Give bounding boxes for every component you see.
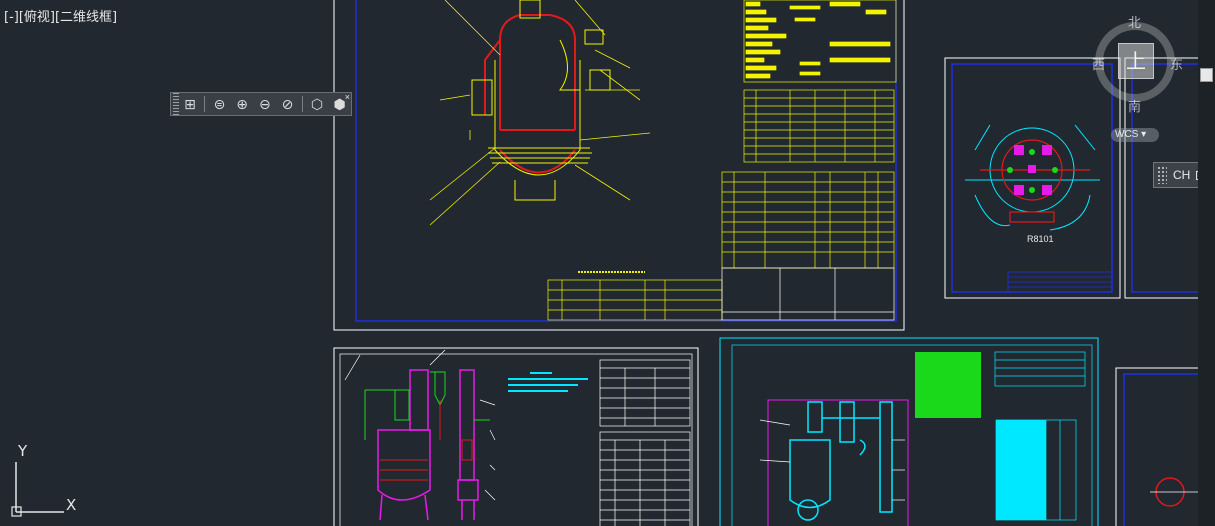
viewcube[interactable]: 北 西 东 南 上 [1090,10,1190,140]
wcs-label: WCS [1115,129,1139,140]
language-bar-grip[interactable] [1157,166,1167,184]
compass-east[interactable]: 东 [1170,54,1183,73]
toolbar-close-icon[interactable]: × [345,92,350,102]
sphere-subtract-icon[interactable]: ⊖ [254,94,275,114]
sheet-vessel-assembly [333,0,905,331]
toolbar-separator [204,96,206,112]
ucs-icon: Y X [11,442,76,517]
sheet-piping-layout [719,337,1099,526]
view-cube-icon[interactable]: ⊞ [180,94,201,114]
leader-lines [429,0,651,226]
scrollbar-thumb[interactable] [1200,68,1213,82]
vertical-scrollbar[interactable] [1198,0,1215,526]
slash-circle-icon[interactable]: ⊘ [277,94,298,114]
box-icon[interactable]: ⬡ [307,94,328,114]
sheet-partial-detail [1115,367,1207,526]
vessel-jacket [471,0,611,201]
parameter-table [743,0,897,83]
title-block [721,267,895,321]
viewcube-top-face[interactable]: 上 [1118,43,1154,79]
view-toolbar[interactable]: ⊞ ⊜ ⊕ ⊖ ⊘ ⬡ ⬢ × [170,92,352,116]
compass-south[interactable]: 南 [1128,96,1141,115]
drawing-canvas[interactable]: R8101 [0,0,1215,526]
sphere-icon[interactable]: ⊜ [209,94,230,114]
toolbar-separator [301,96,303,112]
compass-north[interactable]: 北 [1128,12,1141,31]
sheet-process-equipment [333,347,699,526]
compass-west[interactable]: 西 [1092,54,1105,73]
ucs-y-label: Y [17,442,28,460]
wcs-menu[interactable]: WCS ▾ [1111,128,1159,142]
toolbar-grip[interactable] [173,93,179,115]
plan-geometry [965,124,1100,231]
plan-tag: R8101 [1027,234,1054,244]
nozzle-table [743,89,895,163]
ucs-x-label: X [66,496,76,514]
parts-list [547,171,895,321]
vessel-outline [484,14,576,174]
language-code[interactable]: CH [1173,168,1190,182]
sphere-add-icon[interactable]: ⊕ [232,94,253,114]
